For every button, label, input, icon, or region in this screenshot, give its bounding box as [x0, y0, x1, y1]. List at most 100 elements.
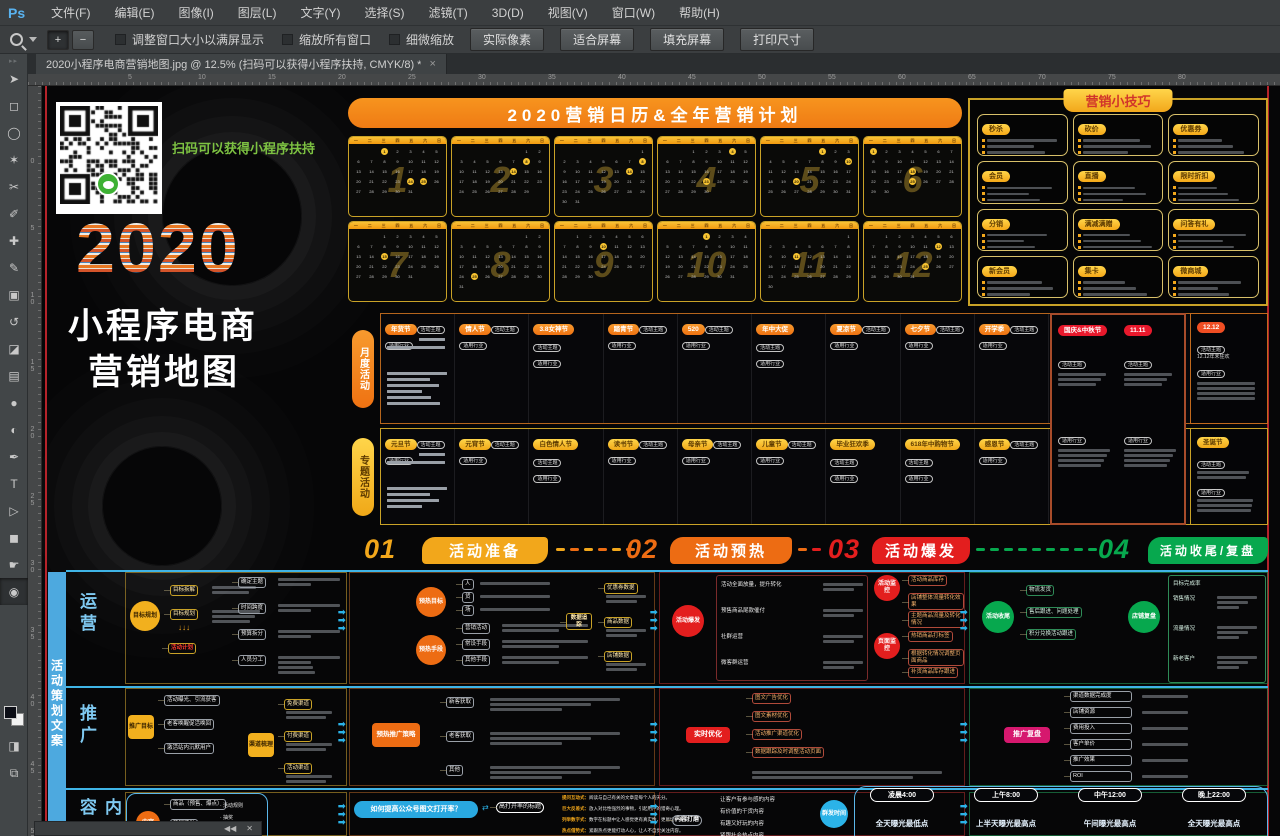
calendar-days: 1234567891011121314151617181920212223242…: [352, 146, 443, 214]
row-label-1: 推广: [74, 704, 99, 748]
pen-tool[interactable]: ✒: [0, 443, 28, 470]
activity-column: 618年中购物节活动主题适用行业: [901, 429, 975, 524]
document-tab[interactable]: 2020小程序电商营销地图.jpg @ 12.5% (扫码可以获得小程序扶持, …: [36, 54, 447, 74]
menu-item-6[interactable]: 滤镜(T): [416, 0, 479, 26]
day-number: 29: [575, 274, 579, 279]
tip-bullet: [982, 198, 1063, 201]
calendar-weekday-strip: 一二三四五六日: [864, 137, 961, 144]
day-number: 23: [537, 179, 541, 184]
hand-tool[interactable]: ☛: [0, 551, 28, 578]
zoom-tool[interactable]: ◉: [0, 578, 28, 605]
day-number: 21: [562, 264, 566, 269]
floating-scroll-bar[interactable]: ◀◀ ✕: [34, 821, 262, 836]
map-item: 微客群运营: [721, 660, 817, 667]
menu-item-2[interactable]: 图像(I): [166, 0, 225, 26]
screen-mode-icon[interactable]: ⧉: [0, 760, 28, 787]
send-time-node: 群发时间: [820, 800, 848, 828]
menu-item-5[interactable]: 选择(S): [352, 0, 416, 26]
menu-item-9[interactable]: 窗口(W): [600, 0, 667, 26]
weekday-label: 二: [883, 139, 887, 143]
move-tool[interactable]: ➤: [0, 65, 28, 92]
day-number: 27: [498, 189, 502, 194]
marquee-tool[interactable]: ◻: [0, 92, 28, 119]
dash-icon: [556, 548, 565, 551]
option-checkbox-1[interactable]: 缩放所有窗口: [282, 31, 371, 48]
dash-icon: [1074, 548, 1083, 551]
theme-label: 活动主题: [533, 344, 561, 352]
brush-tool[interactable]: ✎: [0, 254, 28, 281]
quick-mask-icon[interactable]: ◨: [0, 732, 28, 759]
crop-tool[interactable]: ✂: [0, 173, 28, 200]
close-icon[interactable]: ✕: [246, 824, 253, 833]
weekday-label: 三: [588, 139, 592, 143]
gradient-tool[interactable]: ▤: [0, 362, 28, 389]
day-number: 16: [562, 179, 566, 184]
color-swatches[interactable]: [4, 706, 24, 726]
weekday-label: 一: [663, 224, 667, 228]
text-smudge: [212, 591, 249, 594]
text-smudge: [502, 640, 588, 643]
map-item: 时间跨度: [238, 603, 266, 614]
option-button-3[interactable]: 打印尺寸: [740, 28, 814, 51]
menu-item-0[interactable]: 文件(F): [39, 0, 102, 26]
day-number: 27: [678, 274, 682, 279]
day-number: 11: [793, 253, 800, 260]
map-item: 其他: [446, 765, 463, 776]
day-number: 1: [819, 148, 826, 155]
menu-item-3[interactable]: 图层(L): [226, 0, 289, 26]
map-item: 图文素材优化: [752, 711, 791, 722]
activity-title: 踏青节: [608, 324, 640, 335]
menu-item-10[interactable]: 帮助(H): [667, 0, 732, 26]
path-select-tool[interactable]: ▷: [0, 497, 28, 524]
weekday-label: 二: [677, 224, 681, 228]
text-smudge: [490, 737, 591, 740]
day-number: 20: [614, 179, 618, 184]
day-number: 5: [937, 234, 939, 239]
option-button-2[interactable]: 填充屏幕: [650, 28, 724, 51]
lasso-tool[interactable]: ◯: [0, 119, 28, 146]
history-brush-tool[interactable]: ↺: [0, 308, 28, 335]
option-button-1[interactable]: 适合屏幕: [560, 28, 634, 51]
option-button-0[interactable]: 实际像素: [470, 28, 544, 51]
day-number: 23: [395, 264, 399, 269]
text-smudge: [1058, 459, 1104, 462]
tip-bullet: [1078, 139, 1159, 142]
day-number: 8: [692, 159, 694, 164]
zoom-out-button[interactable]: −: [72, 30, 94, 50]
ruler-number: 25: [408, 74, 416, 81]
activity-column: 儿童节活动主题适用行业: [752, 429, 826, 524]
map-item: 积分兑换活动跟进: [1026, 629, 1076, 640]
text-smudge: [278, 635, 311, 638]
menu-item-1[interactable]: 编辑(E): [102, 0, 166, 26]
option-checkbox-0[interactable]: 调整窗口大小以满屏显示: [115, 31, 264, 48]
clone-stamp-tool[interactable]: ▣: [0, 281, 28, 308]
activity-column: 年中大促活动主题适用行业: [752, 314, 826, 423]
foreground-color-swatch[interactable]: [4, 706, 17, 719]
scroll-back-icon[interactable]: ◀◀: [224, 824, 236, 833]
menu-item-8[interactable]: 视图(V): [536, 0, 600, 26]
document-canvas[interactable]: 扫码可以获得小程序扶持 2020 小程序电商 营销地图 2020营销日历&全年营…: [42, 86, 1280, 836]
dodge-tool[interactable]: ◐: [0, 416, 28, 443]
weekday-label: 二: [677, 139, 681, 143]
type-tool[interactable]: T: [0, 470, 28, 497]
calendar-month: 一二三四五六日912345678910111213141516171819202…: [554, 221, 653, 302]
menu-item-7[interactable]: 3D(D): [480, 0, 536, 26]
zoom-in-button[interactable]: +: [47, 30, 69, 50]
send-time: 中午12:00: [1078, 788, 1142, 802]
day-number: 29: [691, 189, 695, 194]
menu-item-4[interactable]: 文字(Y): [288, 0, 352, 26]
magic-wand-tool[interactable]: ✶: [0, 146, 28, 173]
eraser-tool[interactable]: ◪: [0, 335, 28, 362]
shape-tool[interactable]: ◼: [0, 524, 28, 551]
blur-tool[interactable]: ●: [0, 389, 28, 416]
healing-brush-tool[interactable]: ✚: [0, 227, 28, 254]
option-checkbox-2[interactable]: 细微缩放: [389, 31, 454, 48]
tip-bullet: [1078, 151, 1159, 154]
day-number: 11: [730, 159, 734, 164]
text-smudge: [278, 661, 311, 664]
eyedropper-tool[interactable]: ✐: [0, 200, 28, 227]
day-number: 7: [370, 244, 372, 249]
panel-grip[interactable]: ▸▸: [0, 54, 27, 65]
chevron-down-icon[interactable]: [29, 37, 37, 42]
close-icon[interactable]: ×: [429, 58, 435, 70]
